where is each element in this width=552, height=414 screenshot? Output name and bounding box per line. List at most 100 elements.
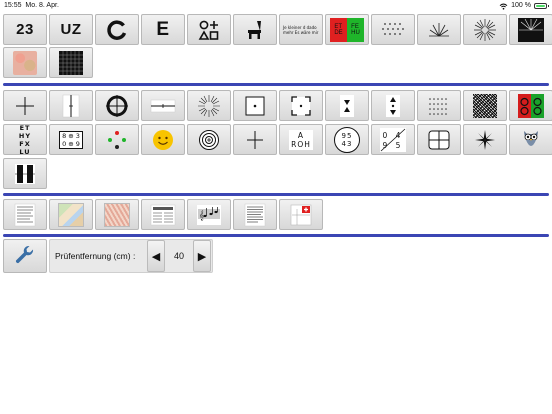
color-plate-button[interactable]: [3, 47, 47, 78]
dot-pattern-icon: [382, 22, 404, 35]
triangles-button[interactable]: [325, 90, 369, 121]
aroh-label: A ROH: [289, 129, 313, 150]
text-page-icon: [14, 203, 36, 226]
cross-icon: [16, 96, 34, 115]
plus-line-button[interactable]: [233, 124, 277, 155]
vertical-line-button[interactable]: [49, 90, 93, 121]
wrench-icon: [15, 245, 34, 264]
letters-button[interactable]: UZ: [49, 14, 93, 45]
half-star-button[interactable]: [417, 14, 461, 45]
worth-dots-button[interactable]: [95, 124, 139, 155]
red-green-button[interactable]: ET DE FE HU: [325, 14, 369, 45]
horizontal-line-button[interactable]: [141, 90, 185, 121]
letter-chart-button[interactable]: ET HY FX LU: [3, 124, 47, 155]
e-hook-button[interactable]: E: [141, 14, 185, 45]
red-green-circles-button[interactable]: [509, 90, 552, 121]
distance-value: 40: [173, 251, 184, 261]
binocular-row-3: [3, 158, 47, 189]
random-dot-stereogram-icon: [473, 93, 497, 118]
newspaper-icon: [150, 204, 176, 225]
symbols-button[interactable]: [187, 14, 231, 45]
text-column-icon: [244, 203, 266, 226]
smiley-button[interactable]: [141, 124, 185, 155]
owl-button[interactable]: [509, 124, 552, 155]
swiss-card-button[interactable]: [279, 199, 323, 230]
grid-button[interactable]: [49, 47, 93, 78]
map-red-button[interactable]: [95, 199, 139, 230]
target-cross-button[interactable]: [95, 90, 139, 121]
target-cross-icon: [106, 94, 128, 117]
concentric-circles-icon: [199, 129, 219, 150]
landolt-ring-icon: [107, 19, 127, 40]
split-bars-button[interactable]: [3, 158, 47, 189]
corner-frame-button[interactable]: [279, 90, 323, 121]
section-separator-1: [3, 83, 549, 86]
arrow-left-icon: ◀: [151, 250, 161, 263]
section-separator-3: [3, 234, 549, 237]
digits-box-label: 8 ⊕ 30 ⊕ 9: [59, 130, 83, 149]
battery-icon: [534, 3, 549, 9]
owl-icon: [524, 130, 538, 146]
reading-text-button[interactable]: Je kleiner d dado mehr Es wäre mir: [279, 14, 323, 45]
asterisk-star-icon: [475, 129, 495, 150]
status-time: 15:55: [4, 2, 22, 9]
dot-grid-button[interactable]: [417, 90, 461, 121]
rounded-cross-button[interactable]: [417, 124, 461, 155]
newspaper-button[interactable]: [141, 199, 185, 230]
child-picture-button[interactable]: [233, 14, 277, 45]
triangles-dot-button[interactable]: [371, 90, 415, 121]
red-map-icon: [104, 202, 130, 227]
dot-grid-icon: [429, 97, 447, 115]
distance-decrease-button[interactable]: ◀: [147, 240, 165, 272]
music-notes-icon: 𝄞: [197, 204, 221, 225]
battery-percent: 100 %: [511, 2, 531, 9]
optotype-row-2: [3, 47, 93, 78]
ishihara-plate-icon: [13, 50, 37, 75]
landolt-ring-button[interactable]: [95, 14, 139, 45]
settings-button[interactable]: [3, 239, 47, 273]
horizontal-line-icon: [150, 99, 176, 112]
arrow-right-icon: ▶: [197, 250, 207, 263]
distance-label: Prüfentfernung (cm) :: [55, 251, 136, 261]
text-column-button[interactable]: [233, 199, 277, 230]
worth-four-dot-icon: [108, 130, 126, 149]
distance-increase-button[interactable]: ▶: [193, 240, 211, 272]
cross-button[interactable]: [3, 90, 47, 121]
concentric-button[interactable]: [187, 124, 231, 155]
numbers-button[interactable]: 23: [3, 14, 47, 45]
text-page-button[interactable]: [3, 199, 47, 230]
digits-box-button[interactable]: 8 ⊕ 30 ⊕ 9: [49, 124, 93, 155]
binocular-row-2: ET HY FX LU 8 ⊕ 30 ⊕ 9 A ROH 95 43 0 49 5: [3, 124, 552, 155]
dots-button[interactable]: [371, 14, 415, 45]
corner-frame-icon: [291, 95, 311, 116]
rounded-cross-icon: [428, 130, 450, 149]
square-dot-icon: [245, 96, 265, 115]
optotype-row-1: 23 UZ E Je kleiner d dado mehr Es wäre m…: [3, 14, 552, 45]
chair-icon: [248, 20, 261, 39]
stereo-noise-button[interactable]: [463, 90, 507, 121]
triangles-dot-icon: [386, 94, 400, 117]
letters-label: UZ: [60, 21, 82, 38]
square-dot-button[interactable]: [233, 90, 277, 121]
star-burst-button[interactable]: [463, 124, 507, 155]
aroh-button[interactable]: A ROH: [279, 124, 323, 155]
map-button[interactable]: [49, 199, 93, 230]
circle-digits-icon: 95 43: [334, 126, 360, 153]
numbers-label: 23: [16, 21, 34, 38]
sunburst-light-button[interactable]: [463, 14, 507, 45]
battery-fill: [536, 5, 545, 7]
sunburst-light-icon: [474, 18, 496, 41]
status-date: Mo. 8. Apr.: [25, 2, 59, 9]
circle-digits-label: 95 43: [341, 131, 353, 148]
triangles-icon: [340, 94, 354, 117]
split-digits-button[interactable]: 0 49 5: [371, 124, 415, 155]
sunburst-dark-button[interactable]: [509, 14, 552, 45]
circle-digits-button[interactable]: 95 43: [325, 124, 369, 155]
music-notes-button[interactable]: 𝄞: [187, 199, 231, 230]
status-bar: 15:55 Mo. 8. Apr. 100 %: [0, 0, 552, 12]
swiss-card-icon: [290, 204, 312, 225]
plus-line-icon: [247, 130, 263, 149]
letter-chart-label: ET HY FX LU: [18, 124, 32, 155]
radial-button[interactable]: [187, 90, 231, 121]
map-icon: [58, 202, 84, 227]
